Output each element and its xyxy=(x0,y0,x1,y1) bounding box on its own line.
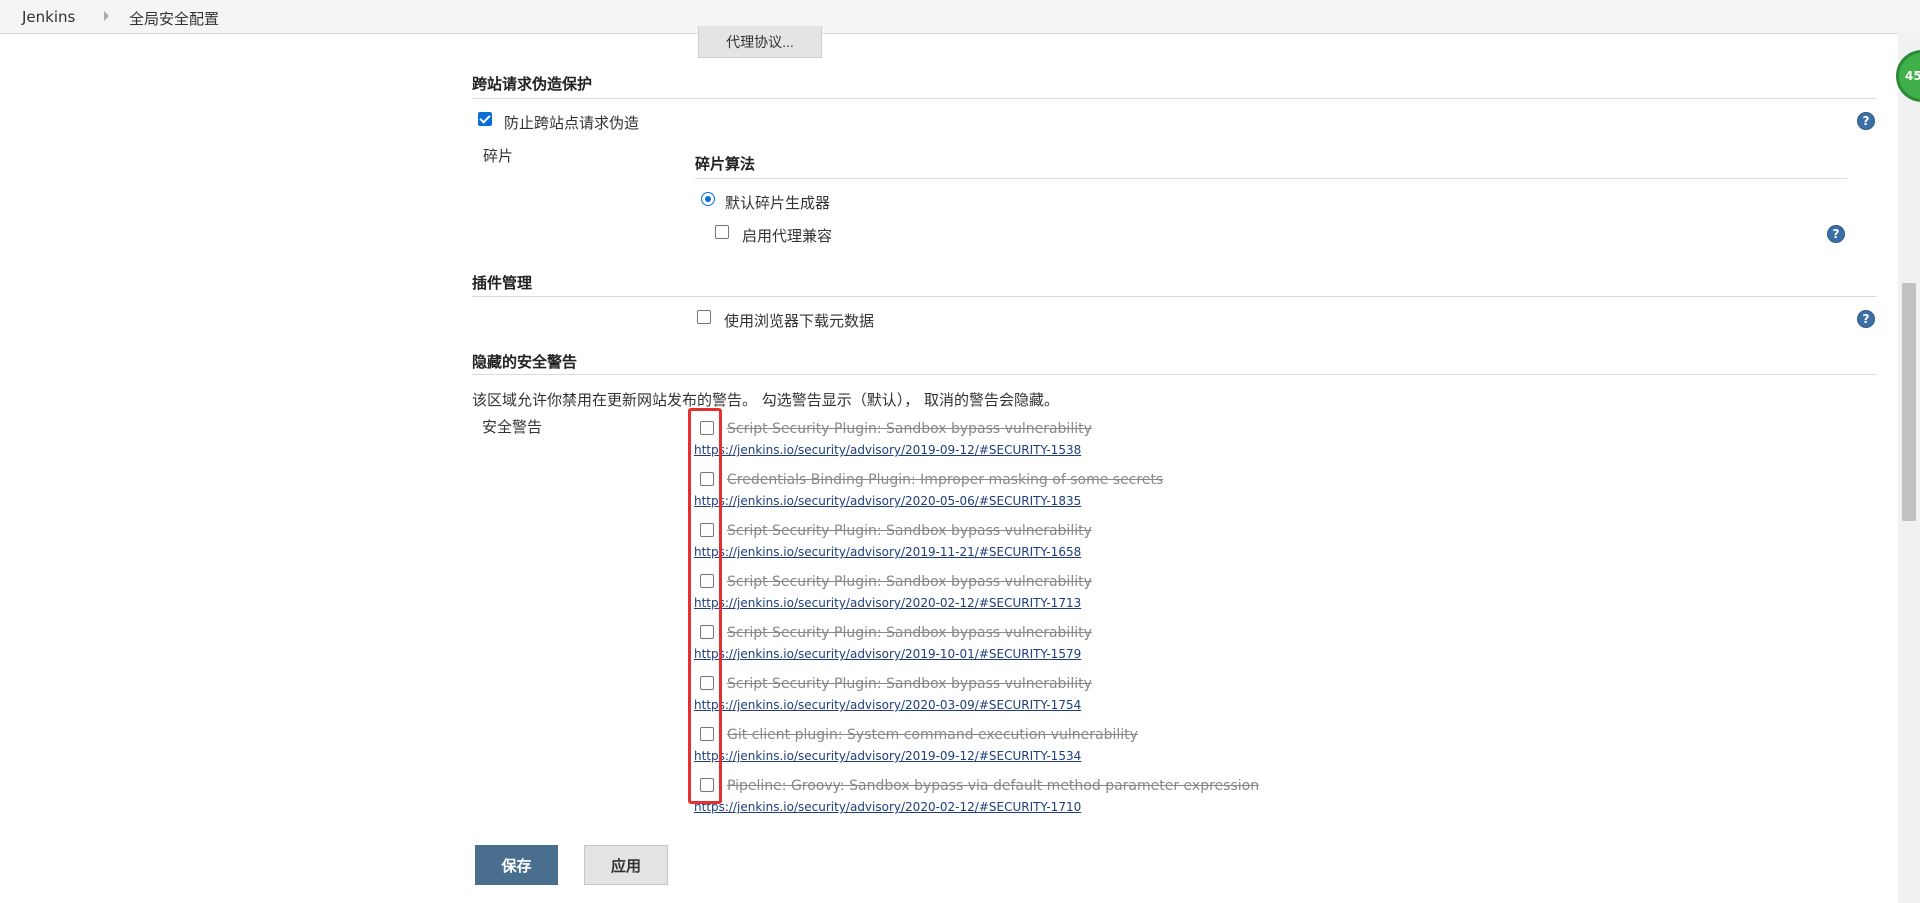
vertical-scrollbar[interactable] xyxy=(1898,33,1920,903)
warning-link[interactable]: https://jenkins.io/security/advisory/202… xyxy=(694,494,1081,508)
help-icon[interactable]: ? xyxy=(1827,225,1845,243)
breadcrumb-jenkins-link[interactable]: Jenkins xyxy=(22,8,75,26)
agent-protocols-button[interactable]: 代理协议... xyxy=(698,26,822,58)
warning-title: Script Security Plugin: Sandbox bypass v… xyxy=(727,676,1092,692)
crumb-label: 碎片 xyxy=(483,147,514,165)
warning-link[interactable]: https://jenkins.io/security/advisory/202… xyxy=(694,596,1081,610)
section-divider xyxy=(472,296,1877,297)
warning-title: Credentials Binding Plugin: Improper mas… xyxy=(727,472,1164,488)
breadcrumb-current[interactable]: 全局安全配置 xyxy=(129,8,219,29)
section-divider xyxy=(472,98,1877,99)
csrf-section-title: 跨站请求伪造保护 xyxy=(472,75,593,93)
warning-link[interactable]: https://jenkins.io/security/advisory/201… xyxy=(694,443,1081,457)
warning-checkbox[interactable] xyxy=(700,421,714,435)
section-divider xyxy=(695,178,1847,179)
warning-checkbox[interactable] xyxy=(700,676,714,690)
hidden-warnings-description: 该区域允许你禁用在更新网站发布的警告。 勾选警告显示（默认）， 取消的警告会隐藏… xyxy=(472,391,1060,409)
warning-title: Pipeline: Groovy: Sandbox bypass via def… xyxy=(727,778,1260,794)
warning-title: Script Security Plugin: Sandbox bypass v… xyxy=(727,574,1092,590)
prevent-csrf-label: 防止跨站点请求伪造 xyxy=(504,114,640,132)
warning-checkbox[interactable] xyxy=(700,472,714,486)
breadcrumb: Jenkins 全局安全配置 xyxy=(0,0,1920,34)
warning-title: Script Security Plugin: Sandbox bypass v… xyxy=(727,421,1092,437)
help-icon[interactable]: ? xyxy=(1857,310,1875,328)
warning-checkbox[interactable] xyxy=(700,523,714,537)
warning-checkbox[interactable] xyxy=(700,727,714,741)
proxy-compat-checkbox[interactable] xyxy=(715,225,729,239)
warning-title: Script Security Plugin: Sandbox bypass v… xyxy=(727,625,1092,641)
security-warnings-label: 安全警告 xyxy=(482,418,543,436)
warning-title: Script Security Plugin: Sandbox bypass v… xyxy=(727,523,1092,539)
warning-link[interactable]: https://jenkins.io/security/advisory/201… xyxy=(694,545,1081,559)
warning-link[interactable]: https://jenkins.io/security/advisory/201… xyxy=(694,749,1081,763)
warning-checkbox[interactable] xyxy=(700,625,714,639)
section-divider xyxy=(472,374,1877,375)
warning-checkbox[interactable] xyxy=(700,574,714,588)
apply-button[interactable]: 应用 xyxy=(584,845,668,885)
help-icon[interactable]: ? xyxy=(1857,112,1875,130)
save-button[interactable]: 保存 xyxy=(475,845,558,885)
warning-link[interactable]: https://jenkins.io/security/advisory/202… xyxy=(694,800,1081,814)
crumb-algorithm-title: 碎片算法 xyxy=(695,155,756,173)
plugin-management-title: 插件管理 xyxy=(472,274,533,292)
warning-link[interactable]: https://jenkins.io/security/advisory/201… xyxy=(694,647,1081,661)
hidden-warnings-title: 隐藏的安全警告 xyxy=(472,353,578,371)
default-crumb-issuer-radio[interactable] xyxy=(701,192,715,206)
browser-download-label: 使用浏览器下载元数据 xyxy=(724,312,875,330)
warning-link[interactable]: https://jenkins.io/security/advisory/202… xyxy=(694,698,1081,712)
warning-title: Git client plugin: System command execut… xyxy=(727,727,1138,743)
browser-download-checkbox[interactable] xyxy=(697,310,711,324)
prevent-csrf-checkbox[interactable] xyxy=(478,112,492,126)
scrollbar-thumb[interactable] xyxy=(1902,283,1916,521)
proxy-compat-label: 启用代理兼容 xyxy=(742,227,833,245)
default-crumb-issuer-label: 默认碎片生成器 xyxy=(725,194,831,212)
chevron-right-icon xyxy=(104,11,109,21)
warning-checkbox[interactable] xyxy=(700,778,714,792)
